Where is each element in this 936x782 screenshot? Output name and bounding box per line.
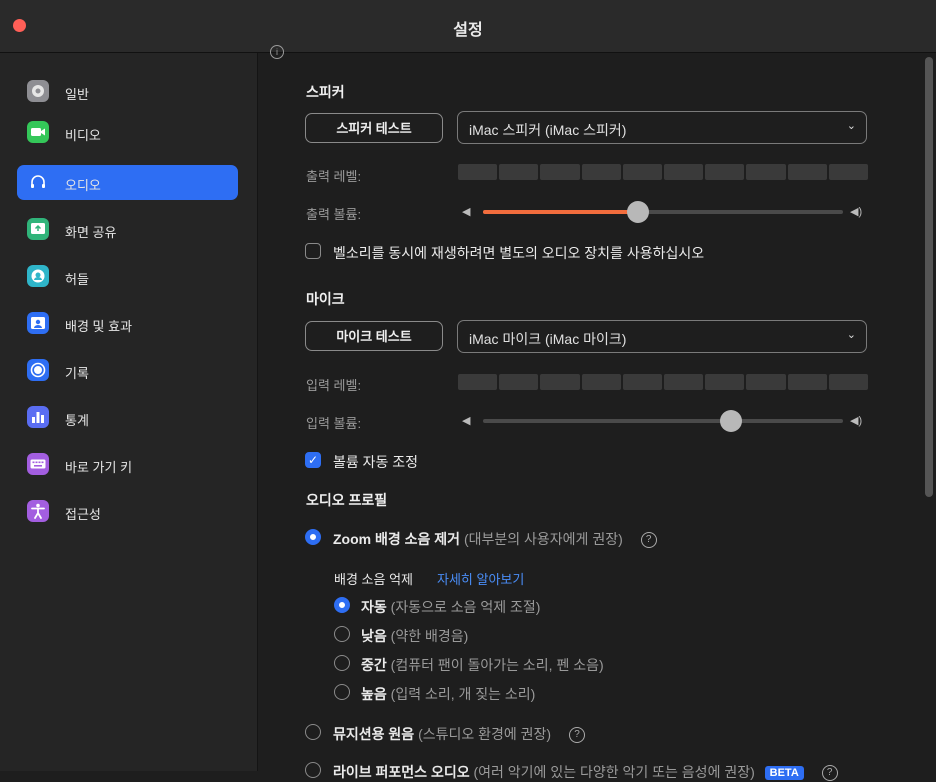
speaker-section-title: 스피커 [306, 84, 345, 100]
audio-profile-title: 오디오 프로필 [306, 492, 388, 508]
zoom-noise-hint: (대부분의 사용자에게 권장) [463, 531, 623, 547]
sidebar-item-accessibility[interactable]: 접근성 [17, 494, 238, 529]
mic-device-value: iMac 마이크 (iMac 마이크) [469, 331, 627, 347]
help-icon[interactable]: ? [821, 765, 838, 782]
zoom-noise-title: Zoom 배경 소음 제거 [333, 531, 461, 547]
volume-high-icon: ◀) [850, 206, 863, 218]
output-volume-fill [483, 210, 638, 214]
sidebar: 일반 비디오 오디오 화면 공유 허들 배경 및 효과 기록 통계 바로 가기 … [0, 53, 258, 771]
input-volume-slider[interactable] [483, 410, 843, 432]
learn-more-link[interactable]: 자세히 알아보기 [437, 569, 524, 588]
sidebar-item-video[interactable]: 비디오 [17, 115, 238, 150]
live-performance-radio[interactable] [305, 762, 321, 778]
volume-low-icon: ◀ [462, 206, 471, 218]
noise-suppression-label: 배경 소음 억제 [334, 572, 413, 587]
musician-label: 뮤지션용 원음 (스튜디오 환경에 권장) ? [333, 724, 585, 744]
suppression-auto-label: 자동 (자동으로 소음 억제 조절) [361, 597, 540, 617]
auto-adjust-label: 볼륨 자동 조정 [333, 454, 419, 470]
input-level-label: 입력 레벨: [306, 378, 362, 393]
suppression-high-label: 높음 (입력 소리, 개 짖는 소리) [361, 684, 535, 704]
suppression-auto-radio[interactable] [334, 597, 350, 613]
window-title: 설정 [453, 22, 483, 39]
level-hint: (약한 배경음) [390, 628, 469, 644]
speaker-device-value: iMac 스피커 (iMac 스피커) [469, 122, 627, 138]
suppression-medium-label: 중간 (컴퓨터 팬이 돌아가는 소리, 펜 소음) [361, 655, 604, 675]
suppression-low-label: 낮음 (약한 배경음) [361, 626, 468, 646]
help-icon[interactable]: ? [640, 532, 657, 549]
separate-ring-label: 벨소리를 동시에 재생하려면 별도의 오디오 장치를 사용하십시오 [333, 245, 705, 261]
level-title: 낮음 [361, 628, 387, 644]
info-icon[interactable]: i [270, 45, 284, 59]
sidebar-item-general[interactable]: 일반 [17, 74, 238, 109]
output-level-meter [458, 164, 869, 180]
huddle-icon [27, 265, 49, 287]
separate-ring-checkbox[interactable] [305, 243, 321, 259]
live-performance-label: 라이브 퍼포먼스 오디오 (여러 악기에 있는 다양한 악기 또는 음성에 권장… [333, 762, 838, 782]
sidebar-item-background[interactable]: 배경 및 효과 [17, 306, 238, 341]
record-icon [27, 359, 49, 381]
help-icon[interactable]: ? [568, 727, 585, 744]
sidebar-item-label: 화면 공유 [65, 225, 117, 240]
musician-radio[interactable] [305, 724, 321, 740]
musician-hint: (스튜디오 환경에 권장) [418, 726, 552, 742]
chevron-down-icon: ⌄ [846, 329, 856, 341]
sidebar-item-label: 허들 [65, 272, 89, 287]
level-title: 높음 [361, 686, 387, 702]
sidebar-item-label: 비디오 [65, 128, 101, 143]
sidebar-item-label: 오디오 [65, 178, 101, 193]
mic-section-title: 마이크 [306, 291, 345, 307]
input-level-meter [458, 374, 869, 390]
level-hint: (입력 소리, 개 짖는 소리) [390, 686, 536, 702]
live-title: 라이브 퍼포먼스 오디오 [333, 764, 470, 780]
suppression-high-radio[interactable] [334, 684, 350, 700]
zoom-noise-radio[interactable] [305, 529, 321, 545]
accessibility-icon [27, 500, 49, 522]
output-volume-knob[interactable] [626, 201, 649, 223]
level-hint: (자동으로 소음 억제 조절) [390, 599, 541, 615]
mic-test-button[interactable]: 마이크 테스트 [305, 321, 443, 351]
headphones-icon [27, 171, 49, 193]
title-bar: 설정 [0, 0, 936, 53]
live-hint: (여러 악기에 있는 다양한 악기 또는 음성에 권장) [473, 764, 755, 780]
video-camera-icon [27, 121, 49, 143]
sidebar-item-label: 배경 및 효과 [65, 319, 133, 334]
scrollbar[interactable] [921, 53, 936, 771]
speaker-test-button[interactable]: 스피커 테스트 [305, 113, 443, 143]
suppression-low-radio[interactable] [334, 626, 350, 642]
sidebar-item-label: 통계 [65, 413, 89, 428]
sidebar-item-label: 일반 [65, 87, 89, 102]
sidebar-item-label: 기록 [65, 366, 89, 381]
zoom-noise-label: Zoom 배경 소음 제거 (대부분의 사용자에게 권장) ? [333, 529, 657, 549]
gear-icon [27, 80, 49, 102]
level-hint: (컴퓨터 팬이 돌아가는 소리, 펜 소음) [390, 657, 604, 673]
sidebar-item-statistics[interactable]: 통계 [17, 400, 238, 435]
auto-adjust-checkbox[interactable]: ✓ [305, 452, 321, 468]
scroll-thumb[interactable] [925, 57, 933, 497]
output-level-label: 출력 레벨: [306, 169, 362, 184]
volume-low-icon: ◀ [462, 415, 471, 427]
output-volume-label: 출력 볼륨: [306, 207, 362, 222]
beta-badge: BETA [764, 766, 804, 781]
sidebar-item-recording[interactable]: 기록 [17, 353, 238, 388]
sidebar-item-screen-share[interactable]: 화면 공유 [17, 212, 238, 247]
mic-device-select[interactable]: iMac 마이크 (iMac 마이크) ⌄ [457, 320, 867, 353]
suppression-medium-radio[interactable] [334, 655, 350, 671]
sidebar-item-label: 바로 가기 키 [65, 460, 133, 475]
output-volume-slider[interactable] [483, 201, 843, 223]
sidebar-item-audio[interactable]: 오디오 [17, 165, 238, 200]
keyboard-icon [27, 453, 49, 475]
sidebar-item-shortcuts[interactable]: 바로 가기 키 [17, 447, 238, 482]
share-screen-icon [27, 218, 49, 240]
input-volume-label: 입력 볼륨: [306, 416, 362, 431]
volume-high-icon: ◀) [850, 415, 863, 427]
chevron-down-icon: ⌄ [846, 120, 856, 132]
speaker-device-select[interactable]: iMac 스피커 (iMac 스피커) ⌄ [457, 111, 867, 144]
background-icon [27, 312, 49, 334]
statistics-icon [27, 406, 49, 428]
sidebar-item-label: 접근성 [65, 507, 101, 522]
sidebar-item-huddle[interactable]: 허들 [17, 259, 238, 294]
level-title: 중간 [361, 657, 387, 673]
level-title: 자동 [361, 599, 387, 615]
musician-title: 뮤지션용 원음 [333, 726, 415, 742]
